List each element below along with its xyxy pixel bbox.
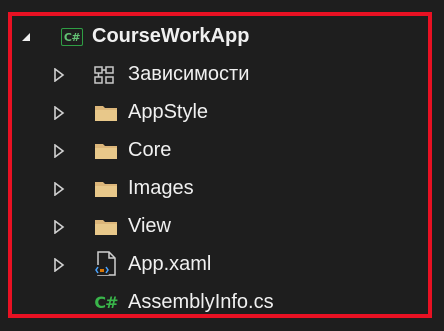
tree-item-folder-core[interactable]: Core: [12, 132, 428, 170]
tree-item-label: AssemblyInfo.cs: [128, 291, 274, 313]
folder-icon: [94, 177, 118, 201]
tree-item-folder-images[interactable]: Images: [12, 170, 428, 208]
tree-item-label: View: [128, 215, 171, 237]
tree-item-dependencies[interactable]: Зависимости: [12, 56, 428, 94]
collapsed-arrow-icon[interactable]: [51, 67, 67, 83]
collapsed-arrow-icon[interactable]: [51, 181, 67, 197]
highlight-frame: C# CourseWorkApp Зависимости AppStyle Co…: [8, 12, 432, 318]
tree-item-project[interactable]: C# CourseWorkApp: [12, 18, 428, 56]
tree-item-folder-appstyle[interactable]: AppStyle: [12, 94, 428, 132]
tree-item-label: Зависимости: [128, 63, 250, 85]
tree-item-label: App.xaml: [128, 253, 212, 275]
csharp-file-icon: C#: [94, 292, 118, 312]
dependencies-icon: [94, 63, 118, 87]
folder-icon: [94, 101, 118, 125]
expanded-arrow-icon[interactable]: [18, 29, 34, 45]
collapsed-arrow-icon[interactable]: [51, 143, 67, 159]
collapsed-arrow-icon[interactable]: [51, 105, 67, 121]
folder-icon: [94, 139, 118, 163]
tree-item-label: Core: [128, 139, 172, 161]
tree-item-label: AppStyle: [128, 101, 209, 123]
project-name: CourseWorkApp: [92, 25, 250, 47]
collapsed-arrow-icon[interactable]: [51, 219, 67, 235]
folder-icon: [94, 215, 118, 239]
tree-item-file-assemblyinfo[interactable]: C# AssemblyInfo.cs: [12, 284, 428, 322]
tree-item-file-app-xaml[interactable]: App.xaml: [12, 246, 428, 284]
tree-item-folder-view[interactable]: View: [12, 208, 428, 246]
collapsed-arrow-icon[interactable]: [51, 257, 67, 273]
csharp-project-icon: C#: [60, 25, 84, 49]
tree-item-label: Images: [128, 177, 194, 199]
xaml-file-icon: [94, 251, 118, 276]
